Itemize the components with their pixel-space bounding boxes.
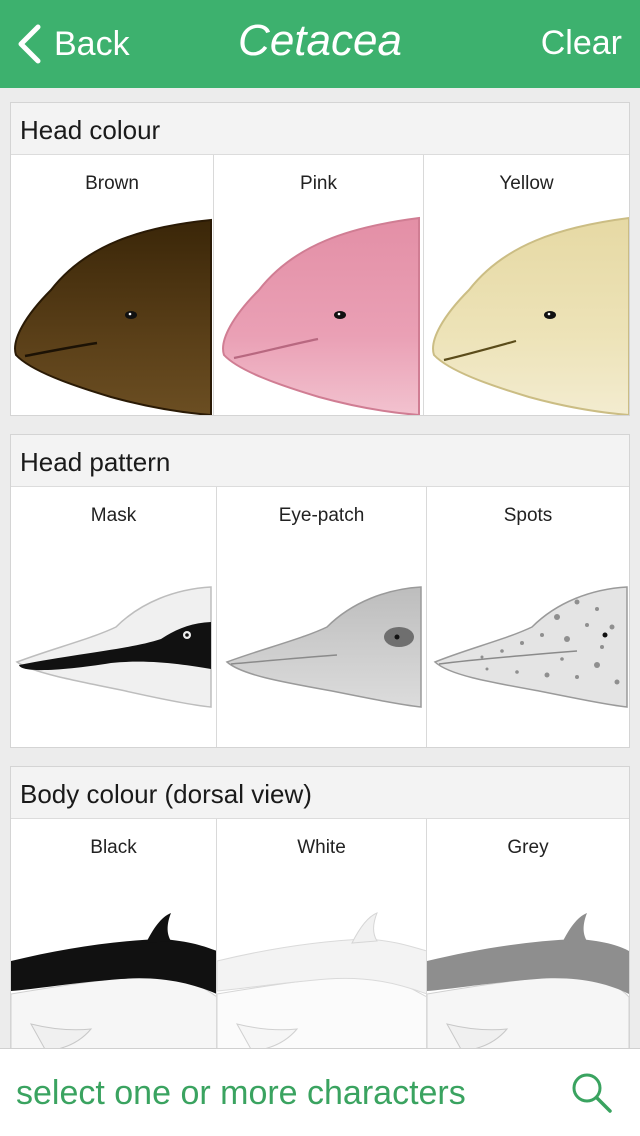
brown-head-illustration	[14, 218, 212, 415]
section-body-colour: Body colour (dorsal view) Black White Gr…	[10, 766, 630, 1048]
option-brown[interactable]: Brown	[11, 155, 214, 415]
black-body-illustration	[11, 913, 216, 1048]
grey-body-illustration	[427, 913, 629, 1048]
option-grid: Black White Grey	[11, 819, 629, 1048]
option-label: Mask	[90, 505, 137, 526]
nav-bar: Back Cetacea Clear	[0, 0, 640, 88]
search-button[interactable]	[570, 1071, 614, 1115]
yellow-head-illustration	[432, 216, 629, 415]
option-label: Grey	[507, 837, 549, 858]
option-grey[interactable]: Grey	[427, 819, 629, 1048]
pink-head-illustration	[222, 216, 420, 415]
option-eye-patch[interactable]: Eye-patch	[217, 487, 427, 747]
section-title: Body colour (dorsal view)	[11, 767, 629, 819]
clear-button[interactable]: Clear	[541, 24, 622, 63]
option-label: Eye-patch	[278, 505, 365, 526]
option-grid: Brown Pink Yellow	[11, 155, 629, 415]
option-label: White	[297, 837, 346, 858]
option-yellow[interactable]: Yellow	[424, 155, 629, 415]
section-title: Head colour	[11, 103, 629, 155]
search-bar	[0, 1048, 640, 1136]
section-title: Head pattern	[11, 435, 629, 487]
option-grid: Mask Eye-patch Spots	[11, 487, 629, 747]
option-black[interactable]: Black	[11, 819, 217, 1048]
white-body-illustration	[217, 912, 426, 1048]
search-input[interactable]	[16, 1063, 536, 1123]
option-label: Black	[90, 837, 137, 858]
character-list[interactable]: Head colour Brown Pink Yellow Head patte…	[0, 88, 640, 1048]
eye-patch-head-illustration	[225, 586, 422, 708]
option-spots[interactable]: Spots	[427, 487, 629, 747]
section-head-colour: Head colour Brown Pink Yellow	[10, 102, 630, 416]
option-white[interactable]: White	[217, 819, 427, 1048]
spots-head-illustration	[433, 586, 628, 708]
option-label: Pink	[300, 173, 337, 194]
mask-head-illustration	[15, 586, 212, 708]
option-label: Yellow	[499, 173, 554, 194]
option-mask[interactable]: Mask	[11, 487, 217, 747]
option-label: Brown	[85, 173, 139, 194]
section-head-pattern: Head pattern Mask Eye-patch Spots	[10, 434, 630, 748]
search-icon	[572, 1073, 612, 1113]
option-pink[interactable]: Pink	[214, 155, 424, 415]
option-label: Spots	[503, 505, 553, 526]
